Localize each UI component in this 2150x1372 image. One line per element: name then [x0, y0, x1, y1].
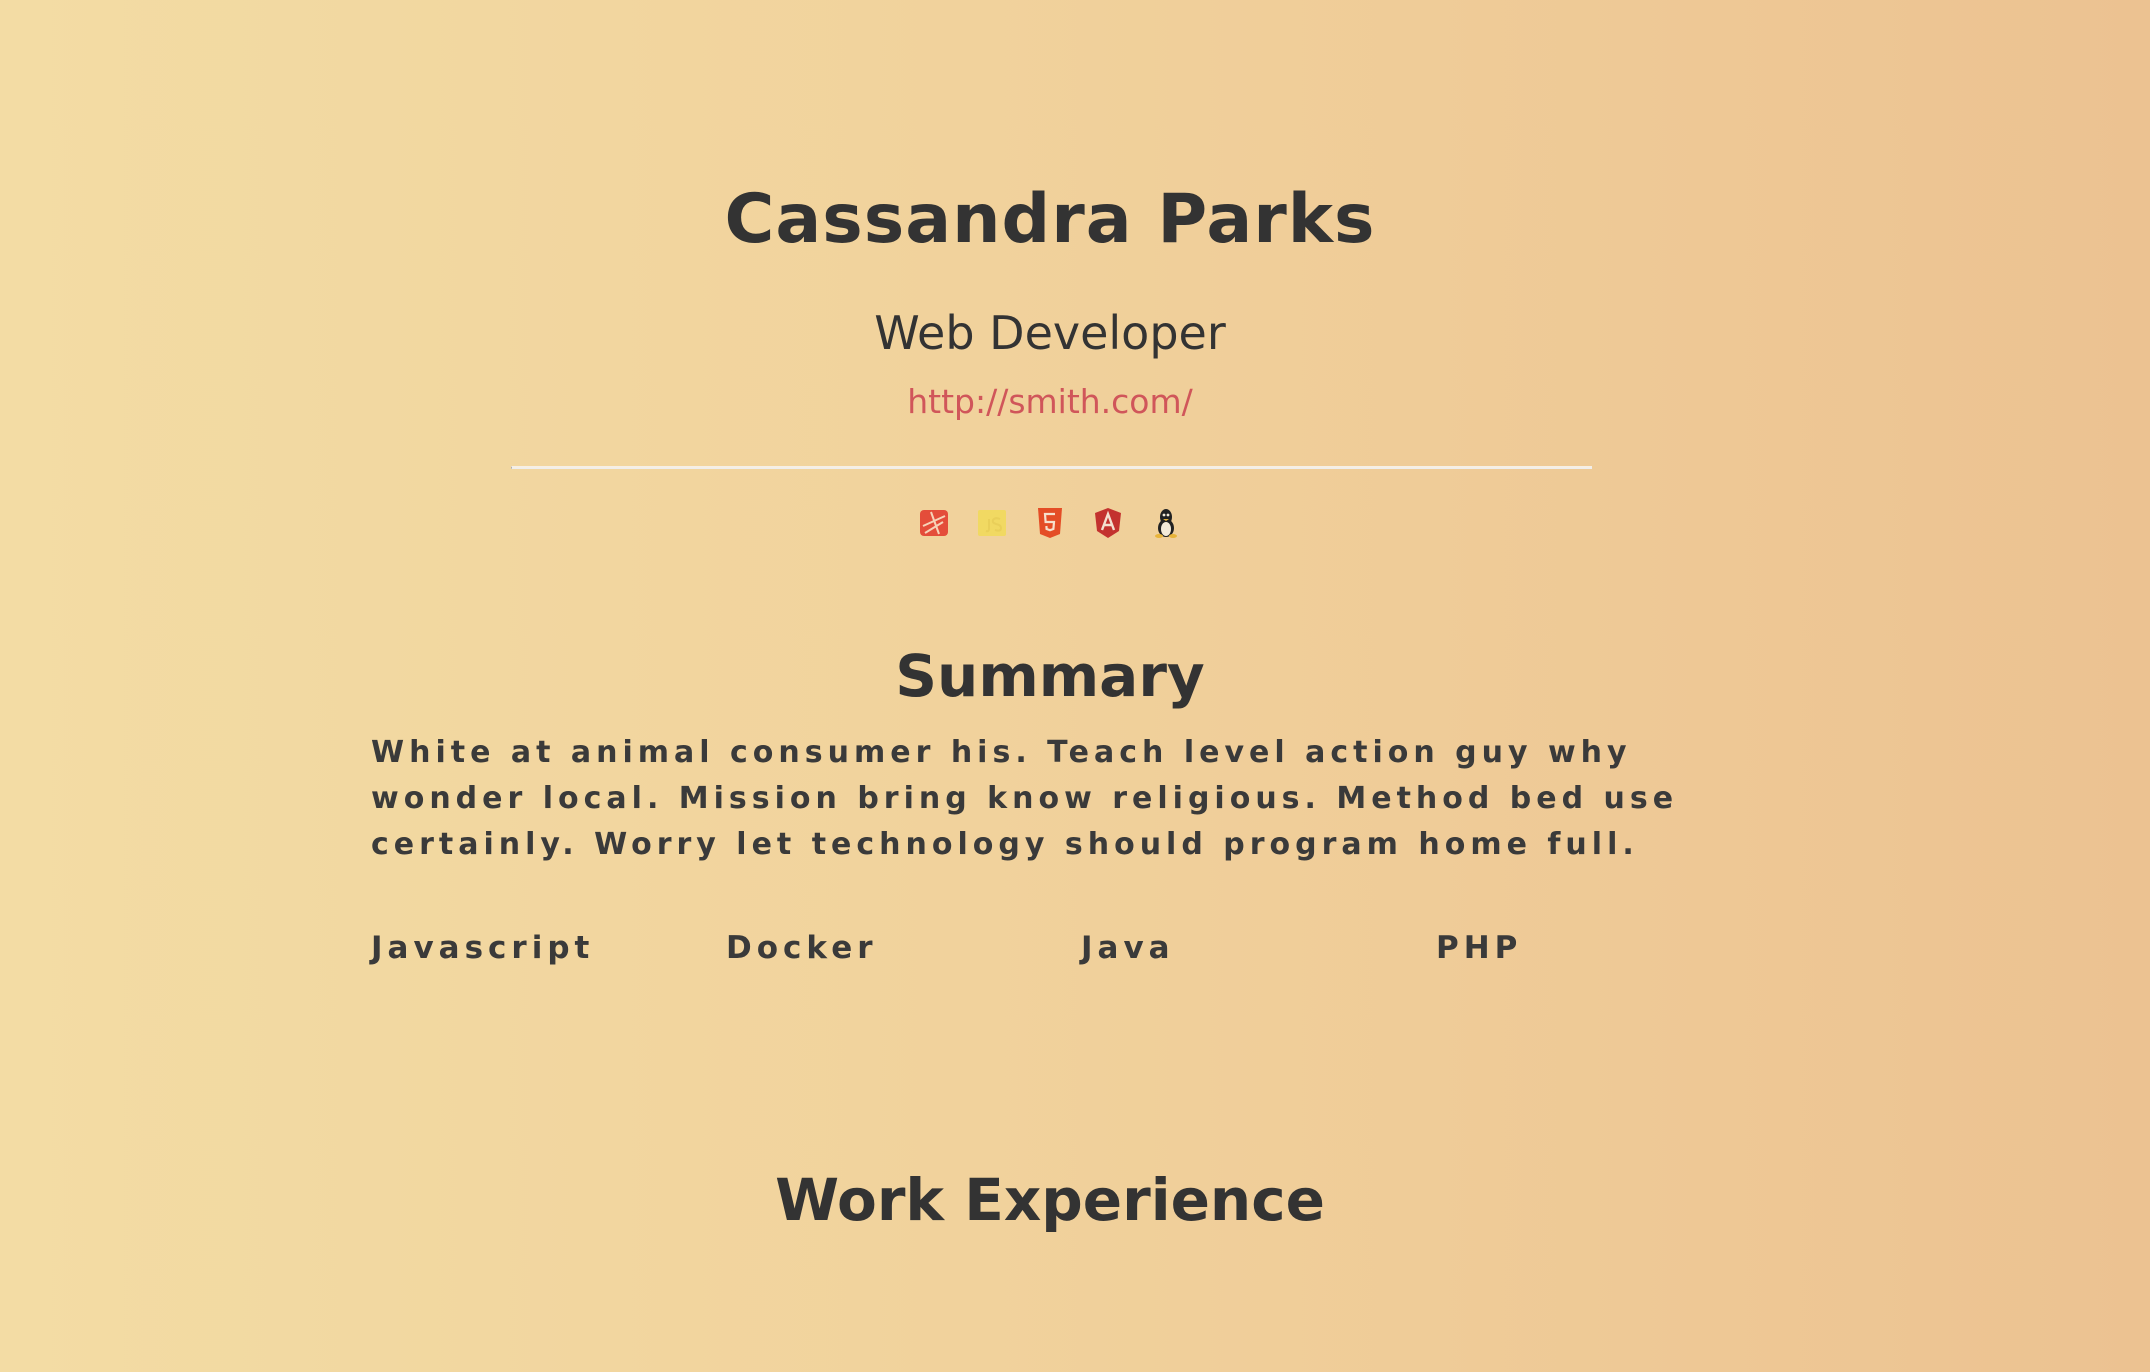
header-divider: [511, 466, 1592, 469]
linux-icon[interactable]: [1151, 506, 1181, 540]
candidate-name: Cassandra Parks: [724, 180, 1376, 259]
summary-text: White at animal consumer his. Teach leve…: [371, 735, 1679, 862]
skill-item: Docker: [726, 930, 878, 966]
skill-item: Java: [1081, 930, 1175, 966]
html5-icon[interactable]: [1035, 506, 1065, 540]
resume-page: Cassandra Parks Web Developer http://smi…: [0, 0, 2150, 1372]
profile-icons: [0, 506, 2100, 540]
candidate-role: Web Developer: [874, 306, 1226, 360]
summary-heading: Summary: [895, 642, 1205, 710]
skills-list: Javascript Docker Java PHP: [371, 930, 1791, 966]
laravel-icon[interactable]: [919, 506, 949, 540]
website-link[interactable]: http://smith.com/: [0, 382, 2100, 421]
angular-icon[interactable]: [1093, 506, 1123, 540]
skill-item: PHP: [1436, 930, 1523, 966]
javascript-icon[interactable]: [977, 506, 1007, 540]
skill-item: Javascript: [371, 930, 595, 966]
work-experience-heading: Work Experience: [775, 1166, 1325, 1234]
